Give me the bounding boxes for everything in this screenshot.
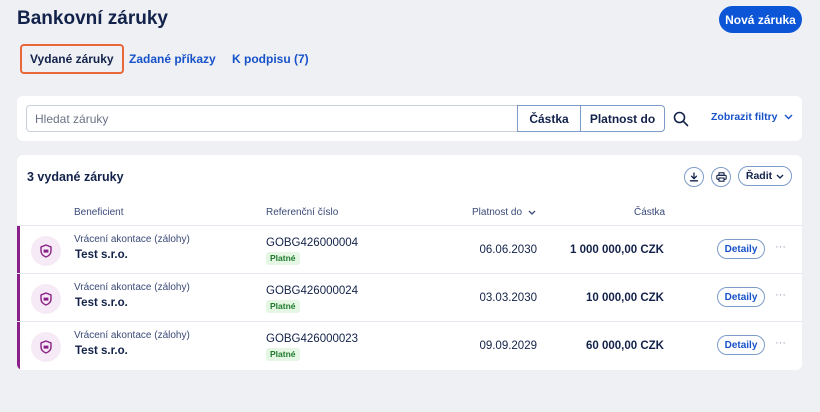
download-icon <box>689 172 699 182</box>
list-title: 3 vydané záruky <box>27 170 124 184</box>
guarantee-list: 3 vydané záruky Řadit Beneficient Refere… <box>17 155 802 370</box>
beneficiary-name: Test s.r.o. <box>75 297 128 309</box>
guarantee-amount: 1 000 000,00 CZK <box>570 244 664 256</box>
sort-label: Řadit <box>745 170 773 182</box>
search-input[interactable] <box>26 105 534 132</box>
validity-date: 06.06.2030 <box>479 244 537 256</box>
amount-filter-button[interactable]: Částka <box>517 105 581 132</box>
shield-icon <box>40 340 52 354</box>
shield-icon <box>40 244 52 258</box>
chevron-down-icon <box>528 210 536 215</box>
validity-date: 09.09.2029 <box>479 340 537 352</box>
table-row[interactable]: Vrácení akontace (zálohy) Test s.r.o. GO… <box>17 321 802 370</box>
show-filters-link[interactable]: Zobrazit filtry <box>711 111 793 123</box>
new-guarantee-button[interactable]: Nová záruka <box>719 6 802 33</box>
table-row[interactable]: Vrácení akontace (zálohy) Test s.r.o. GO… <box>17 273 802 322</box>
tab-issued-guarantees[interactable]: Vydané záruky <box>20 44 124 74</box>
chevron-down-icon <box>776 174 784 179</box>
row-accent <box>17 226 20 274</box>
reference-number: GOBG426000024 <box>266 285 359 297</box>
search-panel: Částka Platnost do Zobrazit filtry <box>17 96 802 141</box>
reference-number: GOBG426000023 <box>266 333 359 345</box>
sort-button[interactable]: Řadit <box>738 166 792 186</box>
print-button[interactable] <box>711 167 731 187</box>
guarantee-icon-badge <box>31 236 61 266</box>
tab-to-sign[interactable]: K podpisu (7) <box>232 44 309 74</box>
more-icon[interactable]: ··· <box>775 289 786 301</box>
validity-date: 03.03.2030 <box>479 292 537 304</box>
print-icon <box>715 172 727 182</box>
more-icon[interactable]: ··· <box>775 241 786 253</box>
search-icon <box>673 111 689 126</box>
detail-button[interactable]: Detaily <box>717 287 765 307</box>
status-badge: Platné <box>266 252 300 265</box>
show-filters-label: Zobrazit filtry <box>711 111 778 123</box>
column-header-amount: Částka <box>634 207 666 218</box>
page-title: Bankovní záruky <box>17 8 168 29</box>
beneficiary-name: Test s.r.o. <box>75 249 128 261</box>
guarantee-icon-badge <box>31 284 61 314</box>
status-badge: Platné <box>266 348 300 361</box>
more-icon[interactable]: ··· <box>775 337 786 349</box>
row-accent <box>17 322 20 370</box>
guarantee-amount: 60 000,00 CZK <box>586 340 664 352</box>
detail-button[interactable]: Detaily <box>717 239 765 259</box>
guarantee-amount: 10 000,00 CZK <box>586 292 664 304</box>
guarantee-type: Vrácení akontace (zálohy) <box>74 330 190 341</box>
reference-number: GOBG426000004 <box>266 237 359 249</box>
column-header-reference: Referenční číslo <box>266 207 339 218</box>
tab-entered-orders[interactable]: Zadané příkazy <box>129 44 216 74</box>
guarantee-type: Vrácení akontace (zálohy) <box>74 234 190 245</box>
beneficiary-name: Test s.r.o. <box>75 345 128 357</box>
chevron-down-icon <box>784 114 793 120</box>
download-button[interactable] <box>684 167 704 187</box>
table-row[interactable]: Vrácení akontace (zálohy) Test s.r.o. GO… <box>17 225 802 274</box>
guarantee-icon-badge <box>31 332 61 362</box>
column-header-beneficiary: Beneficient <box>74 207 124 218</box>
guarantee-type: Vrácení akontace (zálohy) <box>74 282 190 293</box>
validity-filter-button[interactable]: Platnost do <box>581 105 665 132</box>
column-header-validity[interactable]: Platnost do <box>472 207 536 218</box>
shield-icon <box>40 292 52 306</box>
detail-button[interactable]: Detaily <box>717 335 765 355</box>
search-button[interactable] <box>669 105 693 132</box>
status-badge: Platné <box>266 300 300 313</box>
column-header-validity-label: Platnost do <box>472 207 523 218</box>
row-accent <box>17 274 20 322</box>
